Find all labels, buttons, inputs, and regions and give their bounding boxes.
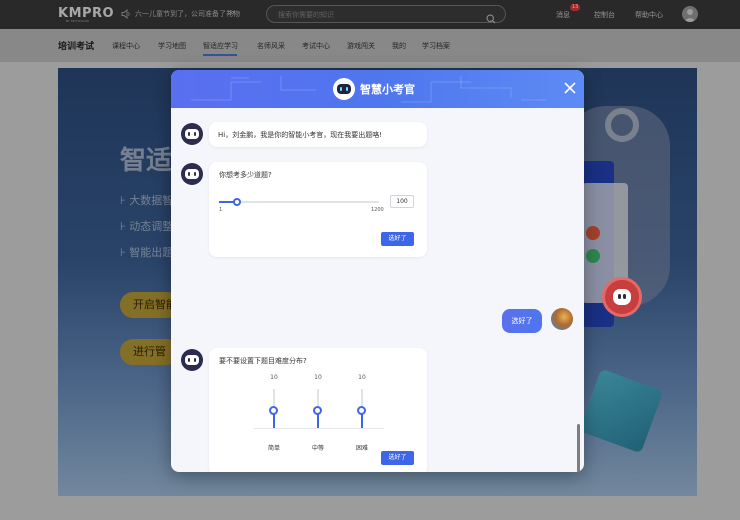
exam-assistant-dialog: 智慧小考官 Hi，刘金鹏，我是你的智能小考官，现在我要出题咯! 你想考多少道题?…: [171, 70, 584, 472]
difficulty-prompt: 要不要设置下题目难度分布?: [219, 357, 307, 365]
robot-icon: [333, 78, 355, 100]
slider-thumb[interactable]: [357, 406, 366, 415]
question-count-input[interactable]: 100: [390, 195, 414, 208]
user-avatar: [551, 308, 573, 330]
slider-baseline: [254, 428, 384, 429]
slider-thumb[interactable]: [313, 406, 322, 415]
slider-value: 10: [358, 374, 366, 381]
confirm-difficulty-button[interactable]: 选好了: [381, 451, 414, 465]
bot-message: Hi，刘金鹏，我是你的智能小考官，现在我要出题咯!: [209, 122, 427, 147]
user-message: 选好了: [502, 309, 542, 333]
slider-label: 困难: [355, 445, 368, 452]
slider-max-label: 1200: [371, 207, 384, 213]
slider-label: 中等: [311, 445, 324, 452]
dialog-header: 智慧小考官: [171, 70, 584, 108]
close-icon[interactable]: [562, 80, 578, 96]
bot-avatar: [181, 349, 203, 371]
question-count-slider[interactable]: [219, 198, 379, 206]
slider-value: 10: [270, 374, 278, 381]
slider-label: 简单: [267, 445, 280, 452]
slider-thumb[interactable]: [233, 198, 241, 206]
question-count-card: 你想考多少道题? 1 1200 100 选好了: [209, 162, 427, 257]
slider-min-label: 1: [219, 207, 223, 213]
question-count-prompt: 你想考多少道题?: [219, 171, 272, 179]
slider-value: 10: [314, 374, 322, 381]
chat-scrollbar[interactable]: [577, 424, 580, 472]
chat-area[interactable]: Hi，刘金鹏，我是你的智能小考官，现在我要出题咯! 你想考多少道题? 1 120…: [171, 108, 584, 472]
assistant-robot-button[interactable]: [602, 277, 642, 317]
greeting-text: Hi，刘金鹏，我是你的智能小考官，现在我要出题咯!: [218, 131, 383, 139]
difficulty-card: 要不要设置下题目难度分布? 10 简单 10 中等 10 困难 选好了: [209, 348, 427, 472]
bot-avatar: [181, 163, 203, 185]
robot-icon: [613, 289, 631, 305]
dialog-title: 智慧小考官: [360, 83, 415, 96]
confirm-count-button[interactable]: 选好了: [381, 232, 414, 246]
slider-thumb[interactable]: [269, 406, 278, 415]
bot-avatar: [181, 123, 203, 145]
